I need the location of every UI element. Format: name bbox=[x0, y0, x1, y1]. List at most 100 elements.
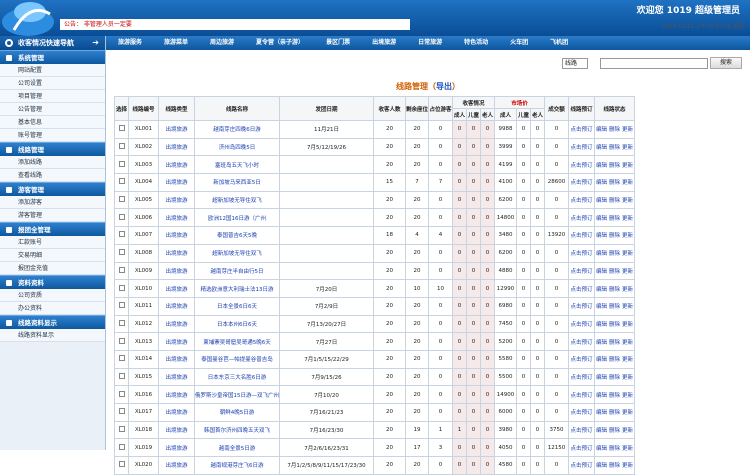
row-action-link[interactable]: 更新 bbox=[622, 180, 633, 186]
row-action-link[interactable]: 删除 bbox=[609, 216, 620, 222]
export-link[interactable]: 导出 bbox=[436, 82, 452, 91]
table-cell[interactable]: 泰国普吉6天5晚 bbox=[194, 226, 280, 245]
row-action-link[interactable]: 更新 bbox=[622, 251, 633, 257]
row-action-link[interactable]: 删除 bbox=[609, 446, 620, 452]
row-action-link[interactable]: 编辑 bbox=[596, 375, 607, 381]
sidebar-item[interactable]: 网站配置 bbox=[0, 64, 105, 77]
table-cell[interactable]: 日本全景6日6天 bbox=[194, 296, 280, 316]
table-cell[interactable]: 出境旅游 bbox=[158, 349, 195, 369]
row-action-link[interactable]: 编辑 bbox=[596, 463, 607, 469]
row-action-link[interactable]: 更新 bbox=[622, 410, 633, 416]
table-cell[interactable]: 出境旅游 bbox=[158, 243, 195, 263]
row-action-link[interactable]: 更新 bbox=[622, 198, 633, 204]
row-action-link[interactable]: 编辑 bbox=[596, 287, 607, 293]
table-cell[interactable]: 越南芽庄半自由行5日 bbox=[194, 261, 280, 281]
table-cell[interactable]: 点击预订 bbox=[568, 120, 596, 139]
table-cell[interactable]: 越南岘港芽庄飞6日游 bbox=[194, 456, 280, 475]
row-action-link[interactable]: 更新 bbox=[622, 145, 633, 151]
row-checkbox[interactable] bbox=[118, 426, 125, 433]
table-cell[interactable]: 超新加坡无导住双飞 bbox=[194, 190, 280, 210]
row-action-link[interactable]: 删除 bbox=[609, 127, 620, 133]
sidebar-item[interactable]: 线路资料显示 bbox=[0, 329, 105, 342]
table-cell[interactable]: 点击预订 bbox=[568, 438, 596, 458]
table-cell[interactable]: 出境旅游 bbox=[158, 438, 195, 458]
table-cell[interactable]: 柬埔寨吴哥窟吴哥通5晚6天 bbox=[194, 332, 280, 351]
row-action-link[interactable]: 更新 bbox=[622, 127, 633, 133]
table-cell[interactable]: 出境旅游 bbox=[158, 155, 195, 175]
row-checkbox[interactable] bbox=[118, 408, 125, 415]
row-action-link[interactable]: 更新 bbox=[622, 463, 633, 469]
table-cell[interactable]: 点击预订 bbox=[568, 367, 596, 387]
nav-item-1[interactable]: 旅游菜单 bbox=[164, 36, 188, 50]
row-action-link[interactable]: 编辑 bbox=[596, 251, 607, 257]
sidebar-section-5[interactable]: 线路资料显示 bbox=[0, 315, 105, 329]
row-checkbox[interactable] bbox=[118, 355, 125, 362]
table-cell[interactable]: 出境旅游 bbox=[158, 314, 195, 334]
nav-item-6[interactable]: 日常旅游 bbox=[418, 36, 442, 50]
nav-item-3[interactable]: 夏令营（亲子游） bbox=[256, 36, 304, 50]
row-action-link[interactable]: 编辑 bbox=[596, 357, 607, 363]
row-action-link[interactable]: 编辑 bbox=[596, 428, 607, 434]
table-cell[interactable]: 济州岛四晚5日 bbox=[194, 137, 280, 157]
table-cell[interactable]: 出境旅游 bbox=[158, 173, 195, 192]
sidebar-section-4[interactable]: 资料资料 bbox=[0, 275, 105, 289]
row-checkbox[interactable] bbox=[118, 302, 125, 309]
table-cell[interactable]: 出境旅游 bbox=[158, 279, 195, 298]
row-action-link[interactable]: 删除 bbox=[609, 393, 620, 399]
row-action-link[interactable]: 更新 bbox=[622, 216, 633, 222]
table-cell[interactable]: 出境旅游 bbox=[158, 261, 195, 281]
table-cell[interactable]: 点击预订 bbox=[568, 314, 596, 334]
row-checkbox[interactable] bbox=[118, 160, 125, 167]
table-cell[interactable]: 日本东京三大名胜6日游 bbox=[194, 367, 280, 387]
sidebar-section-2[interactable]: 游客管理 bbox=[0, 182, 105, 196]
sidebar-item[interactable]: 项目管理 bbox=[0, 90, 105, 103]
table-cell[interactable]: 出境旅游 bbox=[158, 137, 195, 157]
sidebar-item[interactable]: 账号管理 bbox=[0, 129, 105, 142]
row-checkbox[interactable] bbox=[118, 125, 125, 132]
row-checkbox[interactable] bbox=[118, 443, 125, 450]
row-action-link[interactable]: 删除 bbox=[609, 233, 620, 239]
table-cell[interactable]: 点击预订 bbox=[568, 403, 596, 422]
row-action-link[interactable]: 删除 bbox=[609, 428, 620, 434]
row-checkbox[interactable] bbox=[118, 249, 125, 256]
sidebar-item[interactable]: 公告管理 bbox=[0, 103, 105, 116]
row-action-link[interactable]: 删除 bbox=[609, 357, 620, 363]
row-action-link[interactable]: 编辑 bbox=[596, 233, 607, 239]
table-cell[interactable]: 精选欧洲意大利瑞士法13日游 bbox=[194, 279, 280, 298]
table-cell[interactable]: 越南芽庄四晚6日游 bbox=[194, 120, 280, 139]
table-cell[interactable]: 出境旅游 bbox=[158, 190, 195, 210]
row-action-link[interactable]: 编辑 bbox=[596, 322, 607, 328]
row-action-link[interactable]: 编辑 bbox=[596, 180, 607, 186]
table-cell[interactable]: 出境旅游 bbox=[158, 120, 195, 139]
row-action-link[interactable]: 编辑 bbox=[596, 216, 607, 222]
table-cell[interactable]: 出境旅游 bbox=[158, 296, 195, 316]
table-cell[interactable]: 欧洲12国16日游（广州 bbox=[194, 208, 280, 228]
row-checkbox[interactable] bbox=[118, 284, 125, 291]
row-action-link[interactable]: 删除 bbox=[609, 322, 620, 328]
row-action-link[interactable]: 编辑 bbox=[596, 145, 607, 151]
row-action-link[interactable]: 更新 bbox=[622, 340, 633, 346]
nav-item-5[interactable]: 出境旅游 bbox=[372, 36, 396, 50]
table-cell[interactable]: 出境旅游 bbox=[158, 367, 195, 387]
table-cell[interactable]: 点击预订 bbox=[568, 349, 596, 369]
table-cell[interactable]: 点击预订 bbox=[568, 173, 596, 192]
table-cell[interactable]: 点击预订 bbox=[568, 226, 596, 245]
nav-item-4[interactable]: 景区门票 bbox=[326, 36, 350, 50]
row-action-link[interactable]: 更新 bbox=[622, 269, 633, 275]
row-checkbox[interactable] bbox=[118, 337, 125, 344]
table-cell[interactable]: 出境旅游 bbox=[158, 385, 195, 404]
sidebar-item[interactable]: 交易明细 bbox=[0, 249, 105, 262]
row-action-link[interactable]: 删除 bbox=[609, 163, 620, 169]
table-cell[interactable]: 点击预订 bbox=[568, 190, 596, 210]
table-cell[interactable]: 点击预订 bbox=[568, 456, 596, 475]
row-action-link[interactable]: 更新 bbox=[622, 233, 633, 239]
row-action-link[interactable]: 删除 bbox=[609, 410, 620, 416]
table-cell[interactable]: 出境旅游 bbox=[158, 332, 195, 351]
row-checkbox[interactable] bbox=[118, 390, 125, 397]
table-cell[interactable]: 点击预订 bbox=[568, 296, 596, 316]
sidebar-item[interactable]: 汇款账号 bbox=[0, 236, 105, 249]
row-action-link[interactable]: 更新 bbox=[622, 357, 633, 363]
table-cell[interactable]: 泰国曼谷芭—帕提曼谷普吉岛 bbox=[194, 349, 280, 369]
table-cell[interactable]: 点击预订 bbox=[568, 385, 596, 404]
row-checkbox[interactable] bbox=[118, 231, 125, 238]
